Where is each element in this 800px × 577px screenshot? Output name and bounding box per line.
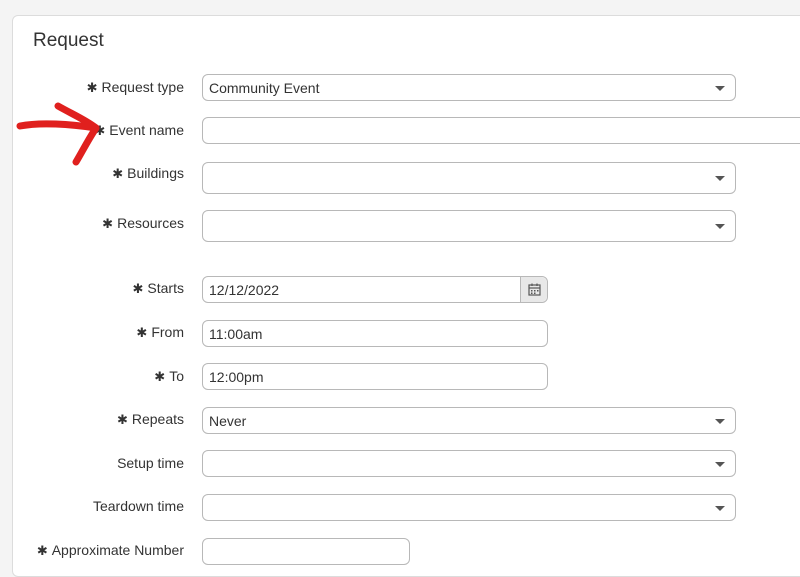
chevron-down-icon <box>715 505 725 511</box>
event-name-input[interactable] <box>202 117 800 144</box>
starts-label: ✱ Starts <box>132 280 184 296</box>
required-icon: ✱ <box>136 325 148 340</box>
to-label: ✱ To <box>154 368 184 384</box>
red-arrow-icon <box>16 102 100 166</box>
chevron-down-icon <box>715 85 725 91</box>
starts-date-input[interactable]: 12/12/2022 <box>202 276 548 303</box>
chevron-down-icon <box>715 461 725 467</box>
teardown-time-select[interactable] <box>202 494 736 521</box>
calendar-button[interactable] <box>520 277 547 302</box>
required-icon: ✱ <box>132 281 144 296</box>
chevron-down-icon <box>715 418 725 424</box>
attendees-input[interactable] <box>202 538 410 565</box>
calendar-icon <box>527 283 541 296</box>
to-time-input[interactable]: 12:00pm <box>202 363 548 390</box>
required-icon: ✱ <box>116 412 128 427</box>
request-panel: Request ✱ Request type Community Event ✱ E… <box>12 15 800 577</box>
resources-label: ✱ Resources <box>102 215 184 231</box>
resources-select[interactable] <box>202 210 736 242</box>
repeats-select[interactable]: Never <box>202 407 736 434</box>
repeats-label: ✱ Repeats <box>116 411 184 427</box>
setup-time-label: Setup time <box>117 455 184 471</box>
required-icon: ✱ <box>154 369 166 384</box>
buildings-label: ✱ Buildings <box>112 165 184 181</box>
teardown-time-label: Teardown time <box>92 498 184 514</box>
chevron-down-icon <box>715 224 725 229</box>
required-icon: ✱ <box>36 543 48 558</box>
required-icon: ✱ <box>112 166 124 181</box>
buildings-select[interactable] <box>202 162 736 194</box>
setup-time-select[interactable] <box>202 450 736 477</box>
required-icon: ✱ <box>102 216 114 231</box>
from-label: ✱ From <box>136 324 184 340</box>
chevron-down-icon <box>715 176 725 181</box>
from-time-input[interactable]: 11:00am <box>202 320 548 347</box>
request-type-select[interactable]: Community Event <box>202 74 736 101</box>
